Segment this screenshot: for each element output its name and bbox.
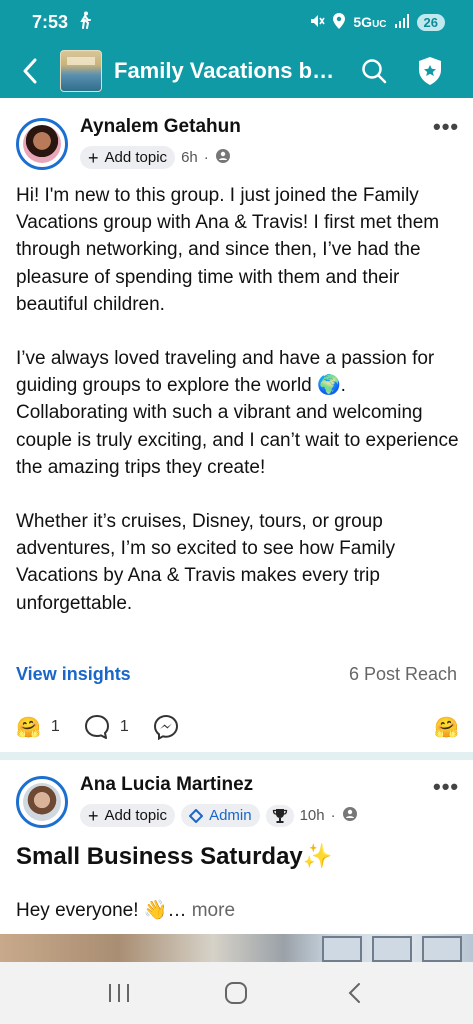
more-dots-icon[interactable]: ••• xyxy=(433,114,459,140)
post-author[interactable]: Ana Lucia Martinez xyxy=(80,774,253,796)
status-bar: 7:53 5GUC 26 xyxy=(0,0,473,44)
plus-icon: + xyxy=(88,147,99,168)
system-back-button[interactable] xyxy=(334,973,374,1013)
post-photo[interactable] xyxy=(0,934,473,962)
admin-diamond-icon xyxy=(189,808,204,823)
post-time[interactable]: 10h xyxy=(300,807,325,824)
privacy-members-icon xyxy=(215,148,231,168)
mute-icon xyxy=(309,13,326,32)
comment-count: 1 xyxy=(119,718,129,735)
separator-dot: · xyxy=(330,807,336,824)
comment-button[interactable]: 1 xyxy=(84,714,129,740)
group-title[interactable]: Family Vacations by… xyxy=(114,58,346,84)
avatar[interactable] xyxy=(16,776,68,828)
post-meta: + Add topic Admin 10h · xyxy=(80,804,358,827)
post-reach[interactable]: 6 Post Reach xyxy=(349,664,457,685)
status-left: 7:53 xyxy=(32,11,92,34)
battery-indicator: 26 xyxy=(416,13,445,31)
walking-icon xyxy=(78,11,92,34)
avatar-photo xyxy=(23,125,61,163)
post-paragraph: I’ve always loved traveling and have a p… xyxy=(16,348,459,478)
view-insights-link[interactable]: View insights xyxy=(16,664,131,685)
reaction-count: 1 xyxy=(50,718,60,735)
back-button[interactable] xyxy=(0,44,60,98)
post-title: Small Business Saturday✨ xyxy=(16,843,333,870)
status-right: 5GUC 26 xyxy=(309,12,445,32)
photo-detail xyxy=(322,936,362,962)
add-topic-button[interactable]: + Add topic xyxy=(80,146,176,169)
hug-face-icon: 🤗 xyxy=(16,716,41,739)
avatar-photo xyxy=(23,783,61,821)
add-topic-button[interactable]: + Add topic xyxy=(80,804,176,827)
chevron-left-icon xyxy=(348,983,361,1003)
insights-row: View insights 6 Post Reach xyxy=(16,664,457,685)
post-card: Ana Lucia Martinez ••• + Add topic Admin… xyxy=(0,760,473,934)
chevron-left-icon xyxy=(23,58,37,84)
see-more-link[interactable]: more xyxy=(192,900,235,921)
app-header: Family Vacations by… xyxy=(0,44,473,98)
post-divider xyxy=(0,752,473,760)
location-icon xyxy=(333,12,346,32)
more-dots-icon[interactable]: ••• xyxy=(433,774,459,800)
recents-icon xyxy=(108,984,129,1002)
signal-icon xyxy=(394,13,409,31)
separator-dot: · xyxy=(203,149,209,166)
messenger-icon xyxy=(153,714,178,740)
post-time[interactable]: 6h xyxy=(181,149,198,166)
comment-bubble-icon xyxy=(84,715,109,739)
add-topic-label: Add topic xyxy=(104,149,168,166)
photo-detail xyxy=(422,936,462,962)
trophy-icon xyxy=(272,808,287,823)
plus-icon: + xyxy=(88,805,99,826)
react-button[interactable]: 🤗 xyxy=(434,715,459,740)
reaction-row: 🤗 1 1 🤗 xyxy=(16,712,459,742)
messenger-share-button[interactable] xyxy=(153,714,179,740)
status-time: 7:53 xyxy=(32,11,69,32)
avatar[interactable] xyxy=(16,118,68,170)
post-paragraph: Whether it’s cruises, Disney, tours, or … xyxy=(16,511,396,614)
group-cover-thumbnail[interactable] xyxy=(60,50,102,92)
post-body: Hi! I'm new to this group. I just joined… xyxy=(16,182,461,617)
search-button[interactable] xyxy=(346,44,402,98)
admin-tools-button[interactable] xyxy=(402,44,458,98)
post-snippet-text: Hey everyone! 👋… xyxy=(16,900,187,921)
home-icon xyxy=(225,982,248,1004)
admin-badge: Admin xyxy=(181,804,260,827)
shield-star-icon xyxy=(419,57,441,85)
add-topic-label: Add topic xyxy=(104,807,168,824)
post-snippet: Hey everyone! 👋… more xyxy=(16,898,235,922)
post-meta: + Add topic 6h · xyxy=(80,146,231,169)
recents-button[interactable] xyxy=(99,973,139,1013)
network-label: 5GUC xyxy=(353,14,387,30)
post-author[interactable]: Aynalem Getahun xyxy=(80,116,241,138)
photo-detail xyxy=(372,936,412,962)
home-button[interactable] xyxy=(216,973,256,1013)
post-card: Aynalem Getahun ••• + Add topic 6h · Hi!… xyxy=(0,98,473,752)
privacy-members-icon xyxy=(342,806,358,826)
post-paragraph: Hi! I'm new to this group. I just joined… xyxy=(16,185,440,315)
system-nav-bar xyxy=(0,962,473,1024)
search-icon xyxy=(362,59,387,84)
top-contributor-badge xyxy=(265,804,294,827)
reactions-summary[interactable]: 🤗 1 xyxy=(16,715,60,740)
admin-label: Admin xyxy=(209,807,252,824)
